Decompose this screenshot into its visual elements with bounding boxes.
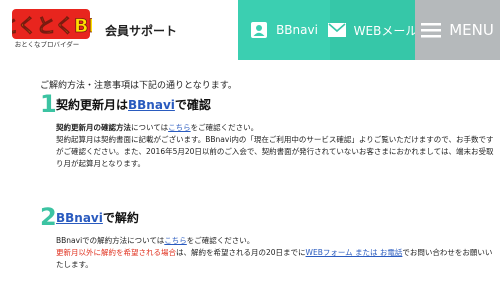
nav-webmail-button[interactable]: WEBメール — [327, 0, 418, 60]
svg-text:とくとくBB: とくとくBB — [12, 15, 92, 37]
renewal-check-link[interactable]: こちら — [168, 123, 191, 132]
body-text: り月が起算月となります。 — [56, 159, 146, 168]
mail-icon — [327, 23, 346, 37]
label-text: BBnaviでの解約方法 — [56, 236, 128, 245]
intro-text: ご解約方法・注意事項は下記の通りとなります。 — [40, 81, 237, 91]
body-text: については — [127, 236, 165, 245]
step-2-heading: BBnaviで解約 — [56, 209, 139, 226]
body-text: をご確認ください。 — [190, 123, 259, 132]
body-text: をご確認ください。 — [186, 236, 255, 245]
body-text: については — [131, 123, 169, 132]
body-text: は、解約を希望される月の20日までに — [176, 248, 306, 257]
site-title: 会員サポート — [105, 24, 178, 38]
body-text: がご確認ください。また、2016年5月20日以前のご入会で、契約書面が発行されて… — [56, 147, 494, 156]
nav-menu-button[interactable]: MENU — [415, 0, 500, 60]
body-text: たします。 — [56, 260, 93, 269]
nav-menu-label: MENU — [449, 21, 494, 39]
step-1-heading: 契約更新月はBBnaviで確認 — [56, 96, 211, 113]
contact-link[interactable]: WEBフォーム または お電話 — [306, 248, 403, 257]
user-icon — [250, 21, 268, 39]
warning-text: 更新月以外に解約を希望される場合 — [56, 248, 176, 257]
step-number: 1 — [40, 90, 57, 118]
site-header: とくとくBB おとくなプロバイダー 会員サポート BBnavi WEBメール — [0, 0, 500, 60]
nav-bbnavi-button[interactable]: BBnavi — [238, 0, 330, 60]
step-number: 2 — [40, 203, 57, 231]
step-2-body: BBnaviでの解約方法についてはこちらをご確認ください。 更新月以外に解約を希… — [56, 235, 492, 271]
bbnavi-heading-link[interactable]: BBnavi — [56, 211, 103, 225]
step-1-body: 契約更新月の確認方法についてはこちらをご確認ください。 契約起算月は契約書面に記… — [56, 122, 494, 170]
logo[interactable]: とくとくBB おとくなプロバイダー — [0, 9, 103, 49]
body-text: 契約起算月は契約書面に記載がございます。BBnavi内の「現在ご利用中のサービス… — [56, 135, 494, 144]
label-text: 契約更新月の確認方法 — [56, 123, 131, 132]
heading-text: 契約更新月は — [56, 98, 129, 112]
cancel-method-link[interactable]: こちら — [164, 236, 187, 245]
heading-text: で確認 — [174, 98, 211, 112]
body-text: でお問い合わせをお願いい — [402, 248, 493, 257]
svg-text:おとくなプロバイダー: おとくなプロバイダー — [15, 40, 80, 49]
bbnavi-heading-link[interactable]: BBnavi — [128, 98, 175, 112]
heading-text: で解約 — [102, 211, 139, 225]
hamburger-icon — [421, 22, 442, 38]
nav-bbnavi-label: BBnavi — [276, 23, 318, 37]
nav-webmail-label: WEBメール — [353, 23, 418, 38]
